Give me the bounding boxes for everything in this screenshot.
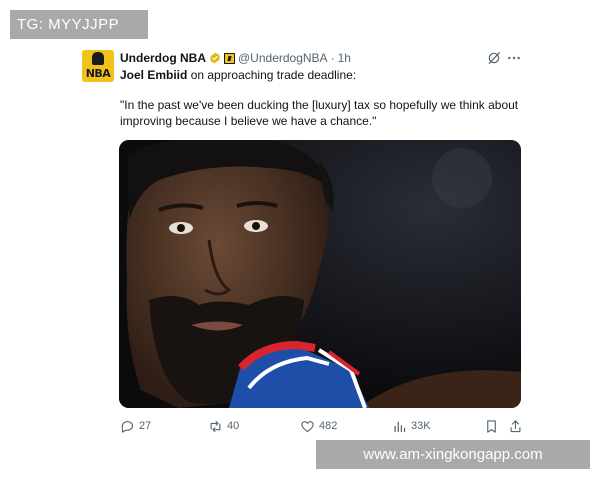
- views-count: 33K: [411, 420, 431, 432]
- post-time[interactable]: 1h: [338, 50, 351, 66]
- repost-icon: [210, 420, 221, 432]
- action-bar: 27 40 482 33K: [120, 418, 525, 434]
- reply-count: 27: [139, 420, 152, 432]
- share-button[interactable]: [508, 418, 523, 434]
- bookmark-icon: [487, 419, 496, 433]
- like-count: 482: [319, 420, 338, 432]
- views-icon: [394, 421, 406, 432]
- repost-count: 40: [227, 420, 240, 432]
- avatar-text: NBA: [85, 67, 111, 80]
- grok-icon[interactable]: [486, 50, 502, 66]
- bookmark-button[interactable]: [484, 418, 499, 434]
- share-icon: [510, 419, 521, 432]
- reply-icon: [121, 420, 134, 433]
- verified-badge-icon: [210, 52, 220, 64]
- avatar[interactable]: NBA: [82, 50, 114, 82]
- repost-button[interactable]: 40: [208, 418, 239, 434]
- post-header: Underdog NBA @UnderdogNBA · 1h: [120, 50, 351, 66]
- affiliate-badge-icon: [224, 52, 235, 64]
- watermark-top: TG: MYYJJPP: [10, 10, 148, 39]
- post-text-rest: on approaching trade deadline:: [187, 68, 357, 82]
- author-name[interactable]: Underdog NBA: [120, 50, 206, 66]
- separator-dot: ·: [330, 51, 335, 65]
- post-card[interactable]: NBA Underdog NBA @UnderdogNBA · 1h Joel …: [72, 40, 529, 442]
- views-button[interactable]: 33K: [392, 418, 431, 434]
- post-text-line: Joel Embiid on approaching trade deadlin…: [120, 67, 356, 83]
- post-image[interactable]: [119, 140, 521, 408]
- more-icon[interactable]: [506, 50, 522, 66]
- post-subject: Joel Embiid: [120, 68, 188, 82]
- like-button[interactable]: 482: [300, 418, 337, 434]
- post-quote: "In the past we've been ducking the [lux…: [120, 98, 519, 128]
- heart-icon: [301, 420, 314, 432]
- watermark-bottom: www.am-xingkongapp.com: [316, 440, 590, 469]
- reply-button[interactable]: 27: [120, 418, 151, 434]
- dog-logo-icon: [92, 52, 104, 65]
- author-handle[interactable]: @UnderdogNBA: [238, 50, 328, 66]
- player-photo: [119, 140, 521, 408]
